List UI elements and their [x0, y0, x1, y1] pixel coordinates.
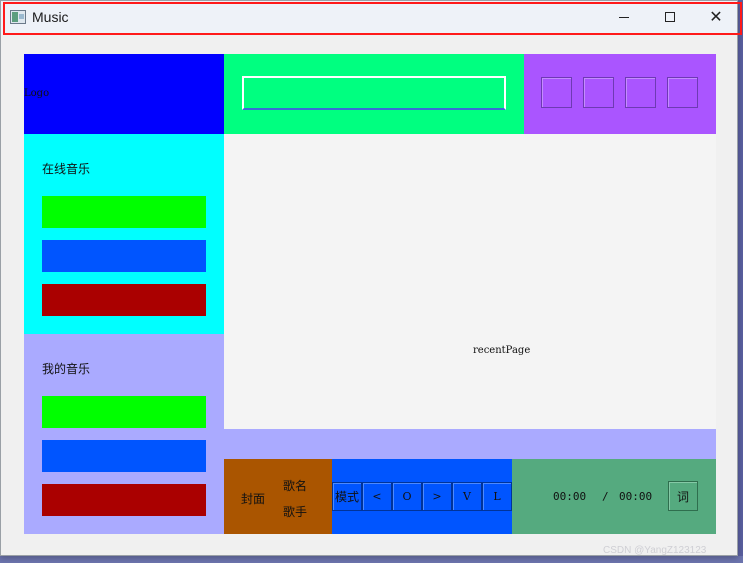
my-nav-button-1[interactable]	[42, 396, 206, 428]
singer-name: 歌手	[283, 505, 308, 519]
time-area: 00:00 / 00:00 词	[512, 459, 716, 534]
toolbar-area	[524, 54, 716, 134]
time-separator: /	[602, 490, 609, 503]
online-nav-button-1[interactable]	[42, 196, 206, 228]
previous-button[interactable]: <	[362, 482, 392, 511]
my-nav-button-2[interactable]	[42, 440, 206, 472]
album-cover: 封面	[241, 492, 266, 506]
total-time: 00:00	[619, 490, 653, 503]
toolbar-button-3[interactable]	[625, 77, 656, 108]
playback-controls: 模式 < O > V L	[332, 459, 512, 534]
window-title: Music	[32, 9, 69, 25]
song-name: 歌名	[283, 479, 308, 493]
title-bar[interactable]: Music ✕	[1, 1, 737, 35]
sidebar-online-music: 在线音乐	[24, 134, 224, 334]
play-button[interactable]: O	[392, 482, 422, 511]
logo-label: Logo	[24, 88, 50, 99]
app-window-icon	[10, 10, 26, 24]
next-button[interactable]: >	[422, 482, 452, 511]
minimize-icon	[619, 16, 629, 18]
online-music-label: 在线音乐	[42, 162, 91, 176]
music-window: Music ✕ Logo 在线音乐 我的音乐 recentPage 封面 歌名 …	[0, 0, 742, 556]
logo-area: Logo	[24, 54, 224, 134]
toolbar-button-4[interactable]	[667, 77, 698, 108]
sidebar-my-music: 我的音乐	[24, 334, 224, 534]
current-time: 00:00	[553, 490, 587, 503]
search-input[interactable]	[242, 76, 506, 110]
toolbar-button-2[interactable]	[583, 77, 614, 108]
search-area	[224, 54, 524, 134]
player-spacer	[224, 429, 716, 459]
playlist-button[interactable]: L	[482, 482, 512, 511]
close-button[interactable]: ✕	[693, 1, 739, 33]
minimize-button[interactable]	[601, 1, 647, 33]
online-nav-button-3[interactable]	[42, 284, 206, 316]
play-mode-button[interactable]: 模式	[332, 482, 362, 511]
song-info-area: 封面 歌名 歌手	[224, 459, 332, 534]
volume-button[interactable]: V	[452, 482, 482, 511]
lyrics-button[interactable]: 词	[668, 481, 698, 511]
page-label: recentPage	[473, 345, 531, 356]
online-nav-button-2[interactable]	[42, 240, 206, 272]
toolbar-button-1[interactable]	[541, 77, 572, 108]
content-page: recentPage	[224, 134, 716, 429]
my-music-label: 我的音乐	[42, 362, 91, 376]
watermark: CSDN @YangZ123123	[603, 545, 707, 556]
maximize-button[interactable]	[647, 1, 693, 33]
background-taskbar-strip	[0, 556, 743, 563]
my-nav-button-3[interactable]	[42, 484, 206, 516]
close-icon: ✕	[709, 7, 723, 26]
maximize-icon	[665, 12, 675, 22]
